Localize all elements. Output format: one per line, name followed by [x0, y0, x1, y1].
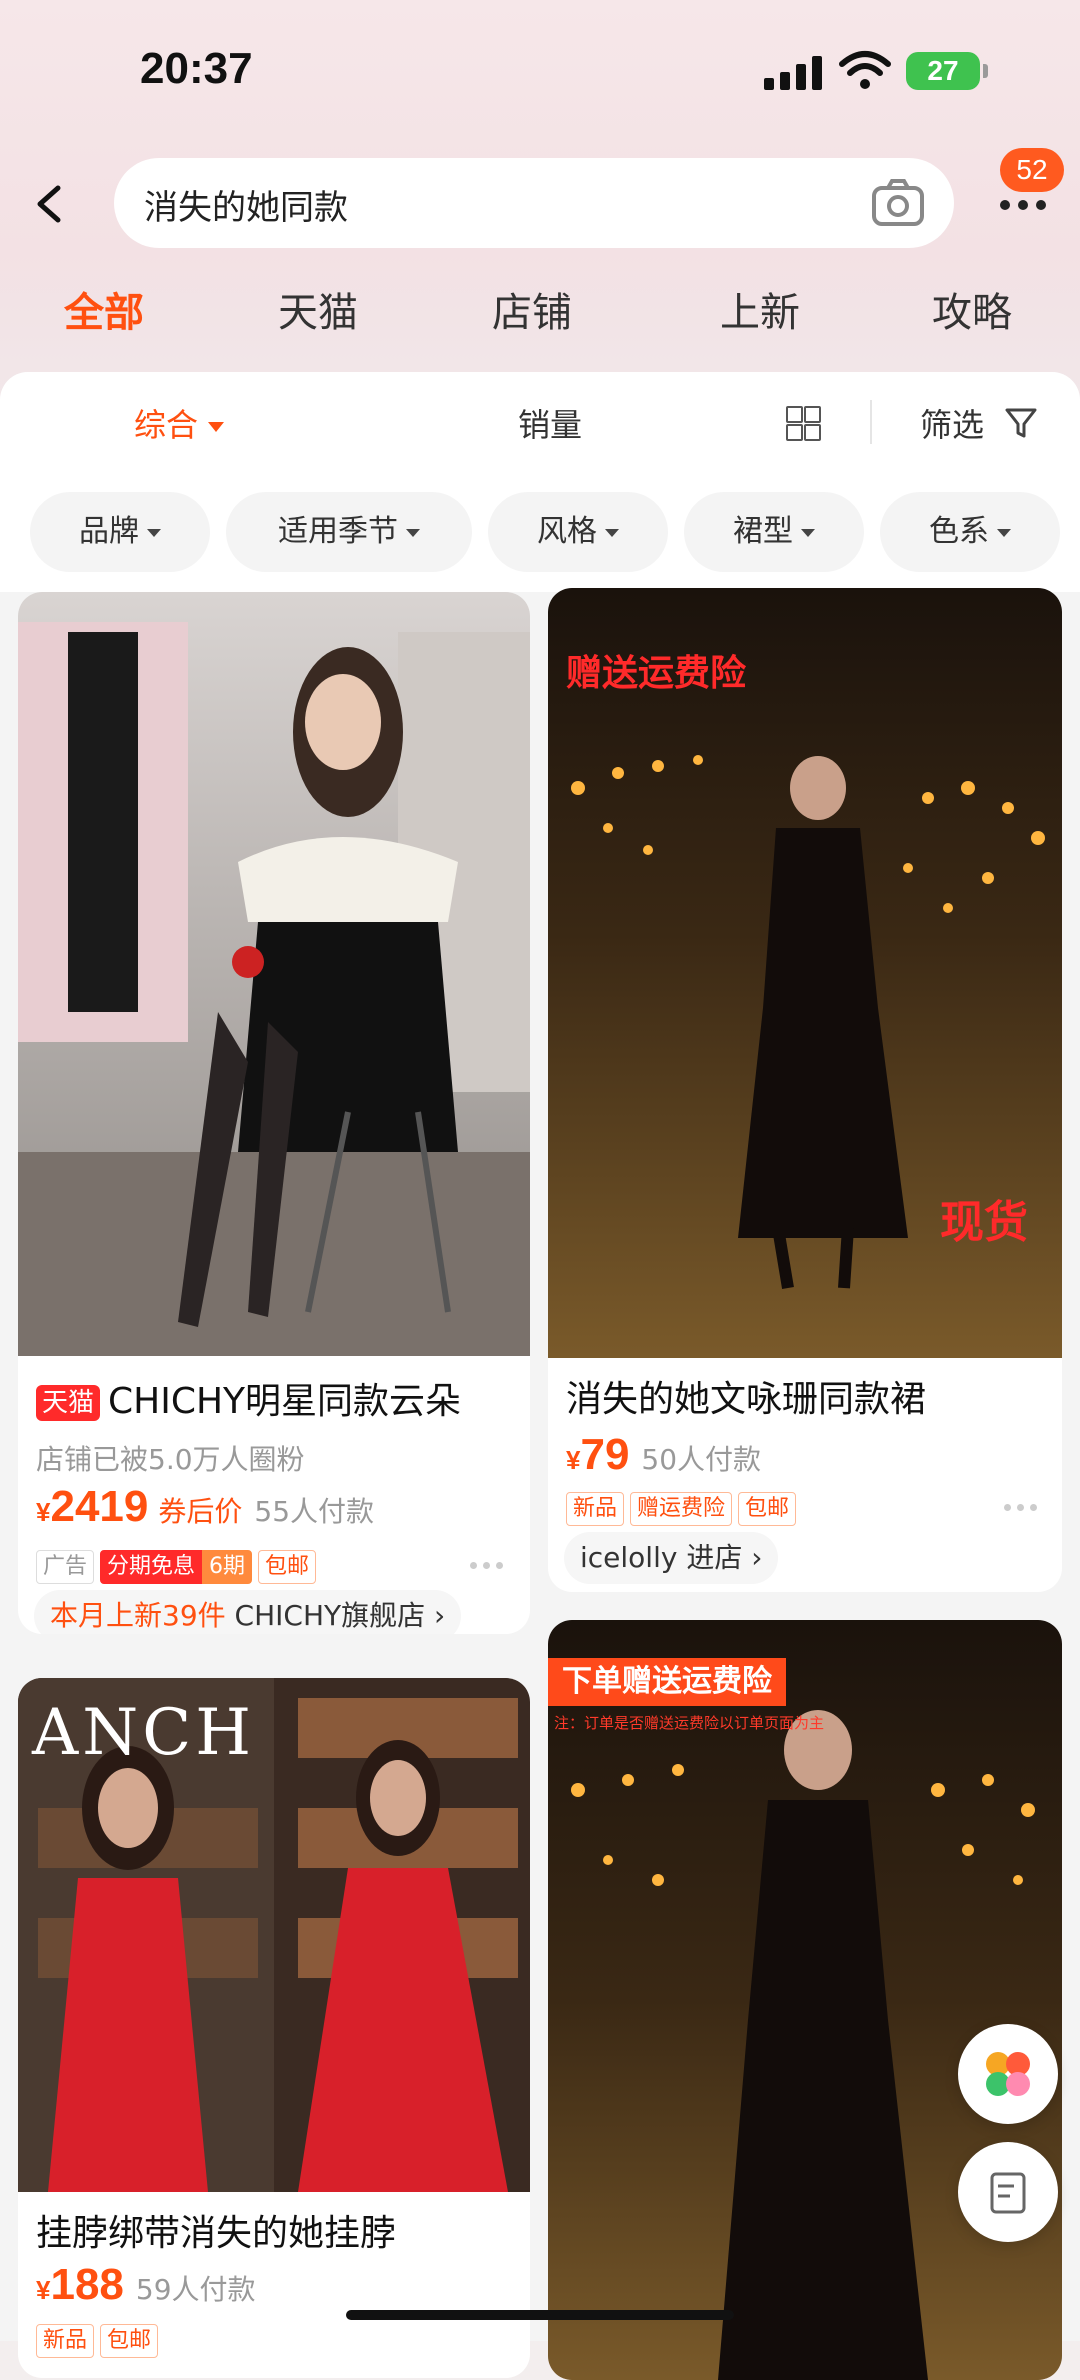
product-image	[18, 592, 530, 1356]
edit-note-icon	[990, 2172, 1026, 2214]
chip-label: 品牌	[79, 514, 139, 549]
ad-tag: 广告	[36, 1550, 95, 1584]
price-value: 79	[580, 1430, 630, 1479]
product-tags: 广告 分期免息 6期 包邮	[36, 1550, 322, 1584]
installment-tag: 分期免息	[100, 1550, 203, 1584]
caret-down-icon	[997, 528, 1011, 537]
tab-guides[interactable]: 攻略	[932, 280, 1012, 338]
price-value: 188	[50, 2260, 124, 2309]
free-shipping-tag: 包邮	[738, 1492, 797, 1526]
status-bar: 20:37 27	[0, 0, 1080, 140]
product-image	[548, 1620, 1062, 2380]
message-count-badge: 52	[1000, 148, 1064, 192]
currency-symbol: ¥	[36, 2275, 51, 2305]
free-shipping-tag: 包邮	[100, 2324, 159, 2358]
product-price: ¥188 59人付款	[36, 2260, 256, 2310]
image-overlay-promo: 下单赠送运费险	[548, 1658, 786, 1706]
tab-shops[interactable]: 店铺	[492, 280, 572, 338]
grid-view-icon[interactable]	[786, 406, 821, 441]
chip-label: 风格	[537, 514, 597, 549]
tab-new[interactable]: 上新	[720, 280, 800, 338]
product-tags: 新品 赠运费险 包邮	[566, 1492, 802, 1526]
category-tabs: 全部 天猫 店铺 上新 攻略	[0, 280, 1080, 350]
product-card[interactable]: 天猫 CHICHY明星同款云朵 店铺已被5.0万人圈粉 ¥2419 券后价 55人付款…	[18, 592, 530, 1634]
shipping-insurance-tag: 赠运费险	[630, 1492, 733, 1526]
caret-down-icon	[605, 528, 619, 537]
coupon-price-label: 券后价	[158, 1495, 243, 1528]
back-arrow-icon[interactable]	[30, 176, 80, 232]
chip-color[interactable]: 色系	[880, 492, 1060, 572]
shop-link[interactable]: 本月上新39件 CHICHY旗舰店 ›	[34, 1590, 462, 1634]
home-indicator	[346, 2310, 734, 2320]
chip-brand[interactable]: 品牌	[30, 492, 210, 572]
product-title: 挂脖绑带消失的她挂脖	[36, 2213, 397, 2254]
product-card[interactable]: ANCH 挂脖绑带消失的她挂脖 ¥188 59人付款 新品 包邮	[18, 1678, 530, 2378]
chevron-right-icon: ›	[434, 1599, 446, 1632]
image-overlay-brand: ANCH	[32, 1696, 255, 1770]
chip-season[interactable]: 适用季节	[226, 492, 472, 572]
chip-label: 色系	[929, 514, 989, 549]
product-tags: 新品 包邮	[36, 2324, 164, 2358]
price-value: 2419	[50, 1482, 149, 1531]
new-arrivals-count: 本月上新39件	[50, 1599, 226, 1632]
new-product-tag: 新品	[566, 1492, 625, 1526]
paid-count: 55人付款	[254, 1495, 375, 1528]
notes-button[interactable]	[958, 2142, 1058, 2242]
sort-comprehensive-label: 综合	[134, 406, 199, 444]
new-product-tag: 新品	[36, 2324, 95, 2358]
currency-symbol: ¥	[36, 1497, 51, 1527]
sort-sales[interactable]: 销量	[518, 400, 582, 446]
camera-icon[interactable]	[870, 176, 926, 230]
shop-name: CHICHY旗舰店	[234, 1599, 426, 1632]
chip-style[interactable]: 风格	[488, 492, 668, 572]
more-options-icon[interactable]	[470, 1562, 510, 1572]
product-title: 消失的她文咏珊同款裙	[566, 1379, 927, 1420]
shop-link[interactable]: icelolly 进店 ›	[564, 1532, 779, 1584]
product-card[interactable]: 赠送运费险 现货 消失的她文咏珊同款裙 ¥79 50人付款 新品 赠运费险 包邮 ic…	[548, 588, 1062, 1592]
caret-down-icon	[208, 422, 225, 432]
installment-periods-tag: 6期	[202, 1550, 253, 1584]
product-price: ¥2419 券后价 55人付款	[36, 1482, 374, 1532]
battery-indicator: 27	[906, 52, 988, 90]
paid-count: 59人付款	[135, 2273, 256, 2306]
clover-icon	[986, 2052, 1030, 2096]
enter-shop-label: 进店	[686, 1541, 743, 1574]
search-query[interactable]: 消失的她同款	[144, 180, 348, 229]
tmall-badge: 天猫	[36, 1385, 101, 1421]
chip-label: 适用季节	[278, 514, 398, 549]
tab-tmall[interactable]: 天猫	[278, 280, 358, 338]
status-time: 20:37	[140, 44, 253, 93]
chip-skirt-type[interactable]: 裙型	[684, 492, 864, 572]
caret-down-icon	[147, 528, 161, 537]
shop-followers: 店铺已被5.0万人圈粉	[36, 1443, 305, 1476]
currency-symbol: ¥	[566, 1445, 581, 1475]
mini-apps-button[interactable]	[958, 2024, 1058, 2124]
cellular-signal-icon	[764, 54, 822, 90]
image-overlay-note: 注：订单是否赠送运费险以订单页面为主	[554, 1714, 825, 1732]
filter-button[interactable]: 筛选	[920, 400, 984, 446]
caret-down-icon	[801, 528, 815, 537]
tab-all[interactable]: 全部	[64, 280, 144, 338]
divider	[870, 400, 872, 444]
search-bar[interactable]: 消失的她同款	[114, 158, 954, 248]
shop-name: icelolly	[580, 1541, 678, 1574]
caret-down-icon	[406, 528, 420, 537]
chevron-right-icon: ›	[751, 1541, 763, 1574]
more-options-icon[interactable]	[1004, 1504, 1044, 1514]
image-overlay-promo: 赠送运费险	[566, 653, 747, 694]
product-title: 天猫 CHICHY明星同款云朵	[36, 1372, 461, 1424]
funnel-icon[interactable]	[1004, 406, 1038, 440]
free-shipping-tag: 包邮	[258, 1550, 317, 1584]
sort-comprehensive[interactable]: 综合	[134, 400, 225, 446]
product-price: ¥79 50人付款	[566, 1430, 761, 1480]
image-overlay-in-stock: 现货	[940, 1197, 1028, 1248]
product-card[interactable]: 下单赠送运费险 注：订单是否赠送运费险以订单页面为主	[548, 1620, 1062, 2380]
wifi-icon	[839, 51, 891, 89]
product-title-text: CHICHY明星同款云朵	[108, 1381, 462, 1422]
chip-label: 裙型	[733, 514, 793, 549]
paid-count: 50人付款	[641, 1443, 762, 1476]
